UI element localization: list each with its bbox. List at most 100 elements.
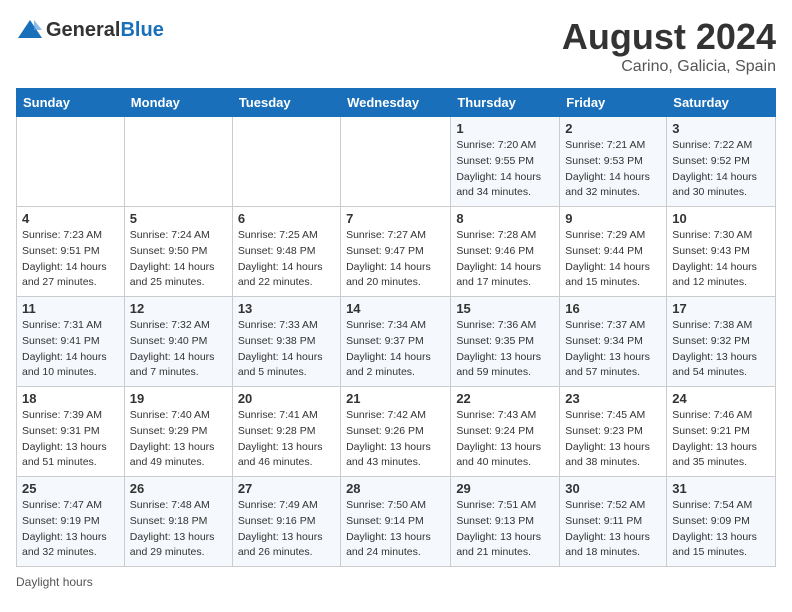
calendar-cell: 1 Sunrise: 7:20 AM Sunset: 9:55 PM Daylig… <box>451 117 560 207</box>
calendar-cell: 6Sunrise: 7:25 AM Sunset: 9:48 PM Daylig… <box>232 207 340 297</box>
day-number: 4 <box>22 211 119 226</box>
day-info: Sunrise: 7:33 AM Sunset: 9:38 PM Dayligh… <box>238 318 335 381</box>
day-number: 14 <box>346 301 445 316</box>
day-info: Sunrise: 7:42 AM Sunset: 9:26 PM Dayligh… <box>346 408 445 471</box>
title-area: August 2024 Carino, Galicia, Spain <box>562 16 776 76</box>
calendar-cell: 31 Sunrise: 7:54 AM Sunset: 9:09 PM Dayli… <box>667 477 776 567</box>
calendar-cell: 18Sunrise: 7:39 AM Sunset: 9:31 PM Dayli… <box>17 387 125 477</box>
calendar-cell: 14 Sunrise: 7:34 AM Sunset: 9:37 PM Dayli… <box>341 297 451 387</box>
calendar-cell: 17Sunrise: 7:38 AM Sunset: 9:32 PM Dayli… <box>667 297 776 387</box>
day-info: Sunrise: 7:38 AM Sunset: 9:32 PM Dayligh… <box>672 318 770 381</box>
day-number: 15 <box>456 301 554 316</box>
logo: GeneralBlue <box>16 16 164 44</box>
footer-note: Daylight hours <box>16 575 776 589</box>
day-number: 23 <box>565 391 661 406</box>
day-info: Sunrise: 7:45 AM Sunset: 9:23 PM Dayligh… <box>565 408 661 471</box>
day-number: 26 <box>130 481 227 496</box>
page-header: GeneralBlue August 2024 Carino, Galicia,… <box>16 16 776 76</box>
day-info: Sunrise: 7:49 AM Sunset: 9:16 PM Dayligh… <box>238 498 335 561</box>
calendar-header-row: SundayMondayTuesdayWednesdayThursdayFrid… <box>17 89 776 117</box>
day-number: 31 <box>672 481 770 496</box>
calendar-cell: 27 Sunrise: 7:49 AM Sunset: 9:16 PM Dayli… <box>232 477 340 567</box>
day-info: Sunrise: 7:51 AM Sunset: 9:13 PM Dayligh… <box>456 498 554 561</box>
calendar-cell: 3 Sunrise: 7:22 AM Sunset: 9:52 PM Daylig… <box>667 117 776 207</box>
month-title: August 2024 <box>562 16 776 58</box>
calendar-cell <box>17 117 125 207</box>
day-number: 18 <box>22 391 119 406</box>
day-info: Sunrise: 7:32 AM Sunset: 9:40 PM Dayligh… <box>130 318 227 381</box>
day-number: 1 <box>456 121 554 136</box>
day-number: 22 <box>456 391 554 406</box>
day-info: Sunrise: 7:36 AM Sunset: 9:35 PM Dayligh… <box>456 318 554 381</box>
day-number: 24 <box>672 391 770 406</box>
col-header-wednesday: Wednesday <box>341 89 451 117</box>
day-info: Sunrise: 7:21 AM Sunset: 9:53 PM Dayligh… <box>565 138 661 201</box>
day-info: Sunrise: 7:22 AM Sunset: 9:52 PM Dayligh… <box>672 138 770 201</box>
calendar-cell: 2 Sunrise: 7:21 AM Sunset: 9:53 PM Daylig… <box>560 117 667 207</box>
calendar-cell: 20Sunrise: 7:41 AM Sunset: 9:28 PM Dayli… <box>232 387 340 477</box>
col-header-thursday: Thursday <box>451 89 560 117</box>
day-number: 9 <box>565 211 661 226</box>
calendar-cell <box>124 117 232 207</box>
day-info: Sunrise: 7:54 AM Sunset: 9:09 PM Dayligh… <box>672 498 770 561</box>
day-number: 21 <box>346 391 445 406</box>
calendar-cell: 30Sunrise: 7:52 AM Sunset: 9:11 PM Dayli… <box>560 477 667 567</box>
calendar-week-1: 4 Sunrise: 7:23 AM Sunset: 9:51 PM Daylig… <box>17 207 776 297</box>
day-number: 6 <box>238 211 335 226</box>
day-info: Sunrise: 7:23 AM Sunset: 9:51 PM Dayligh… <box>22 228 119 291</box>
day-number: 25 <box>22 481 119 496</box>
day-info: Sunrise: 7:34 AM Sunset: 9:37 PM Dayligh… <box>346 318 445 381</box>
calendar-cell: 9 Sunrise: 7:29 AM Sunset: 9:44 PM Daylig… <box>560 207 667 297</box>
day-info: Sunrise: 7:43 AM Sunset: 9:24 PM Dayligh… <box>456 408 554 471</box>
day-info: Sunrise: 7:40 AM Sunset: 9:29 PM Dayligh… <box>130 408 227 471</box>
day-info: Sunrise: 7:24 AM Sunset: 9:50 PM Dayligh… <box>130 228 227 291</box>
calendar-cell: 10Sunrise: 7:30 AM Sunset: 9:43 PM Dayli… <box>667 207 776 297</box>
day-number: 16 <box>565 301 661 316</box>
col-header-sunday: Sunday <box>17 89 125 117</box>
day-number: 10 <box>672 211 770 226</box>
calendar-cell: 11Sunrise: 7:31 AM Sunset: 9:41 PM Dayli… <box>17 297 125 387</box>
day-number: 5 <box>130 211 227 226</box>
logo-general: General <box>46 19 120 41</box>
day-number: 19 <box>130 391 227 406</box>
day-info: Sunrise: 7:37 AM Sunset: 9:34 PM Dayligh… <box>565 318 661 381</box>
day-number: 29 <box>456 481 554 496</box>
location-title: Carino, Galicia, Spain <box>562 58 776 76</box>
day-info: Sunrise: 7:29 AM Sunset: 9:44 PM Dayligh… <box>565 228 661 291</box>
calendar-cell: 12 Sunrise: 7:32 AM Sunset: 9:40 PM Dayli… <box>124 297 232 387</box>
day-number: 12 <box>130 301 227 316</box>
day-number: 7 <box>346 211 445 226</box>
calendar-week-2: 11Sunrise: 7:31 AM Sunset: 9:41 PM Dayli… <box>17 297 776 387</box>
calendar-cell: 8 Sunrise: 7:28 AM Sunset: 9:46 PM Daylig… <box>451 207 560 297</box>
calendar-week-0: 1 Sunrise: 7:20 AM Sunset: 9:55 PM Daylig… <box>17 117 776 207</box>
day-number: 8 <box>456 211 554 226</box>
day-info: Sunrise: 7:20 AM Sunset: 9:55 PM Dayligh… <box>456 138 554 201</box>
day-number: 27 <box>238 481 335 496</box>
calendar-table: SundayMondayTuesdayWednesdayThursdayFrid… <box>16 88 776 567</box>
calendar-week-4: 25 Sunrise: 7:47 AM Sunset: 9:19 PM Dayli… <box>17 477 776 567</box>
calendar-cell: 26 Sunrise: 7:48 AM Sunset: 9:18 PM Dayli… <box>124 477 232 567</box>
logo-icon <box>16 16 44 44</box>
col-header-monday: Monday <box>124 89 232 117</box>
calendar-cell: 4 Sunrise: 7:23 AM Sunset: 9:51 PM Daylig… <box>17 207 125 297</box>
day-info: Sunrise: 7:28 AM Sunset: 9:46 PM Dayligh… <box>456 228 554 291</box>
calendar-cell: 5 Sunrise: 7:24 AM Sunset: 9:50 PM Daylig… <box>124 207 232 297</box>
day-info: Sunrise: 7:27 AM Sunset: 9:47 PM Dayligh… <box>346 228 445 291</box>
day-number: 28 <box>346 481 445 496</box>
calendar-week-3: 18Sunrise: 7:39 AM Sunset: 9:31 PM Dayli… <box>17 387 776 477</box>
day-number: 3 <box>672 121 770 136</box>
calendar-cell: 25 Sunrise: 7:47 AM Sunset: 9:19 PM Dayli… <box>17 477 125 567</box>
day-info: Sunrise: 7:41 AM Sunset: 9:28 PM Dayligh… <box>238 408 335 471</box>
col-header-friday: Friday <box>560 89 667 117</box>
calendar-cell: 28Sunrise: 7:50 AM Sunset: 9:14 PM Dayli… <box>341 477 451 567</box>
day-info: Sunrise: 7:46 AM Sunset: 9:21 PM Dayligh… <box>672 408 770 471</box>
day-number: 30 <box>565 481 661 496</box>
day-number: 13 <box>238 301 335 316</box>
calendar-cell <box>232 117 340 207</box>
day-number: 2 <box>565 121 661 136</box>
day-info: Sunrise: 7:48 AM Sunset: 9:18 PM Dayligh… <box>130 498 227 561</box>
logo-blue: Blue <box>120 19 163 41</box>
calendar-cell <box>341 117 451 207</box>
calendar-cell: 24 Sunrise: 7:46 AM Sunset: 9:21 PM Dayli… <box>667 387 776 477</box>
day-info: Sunrise: 7:47 AM Sunset: 9:19 PM Dayligh… <box>22 498 119 561</box>
